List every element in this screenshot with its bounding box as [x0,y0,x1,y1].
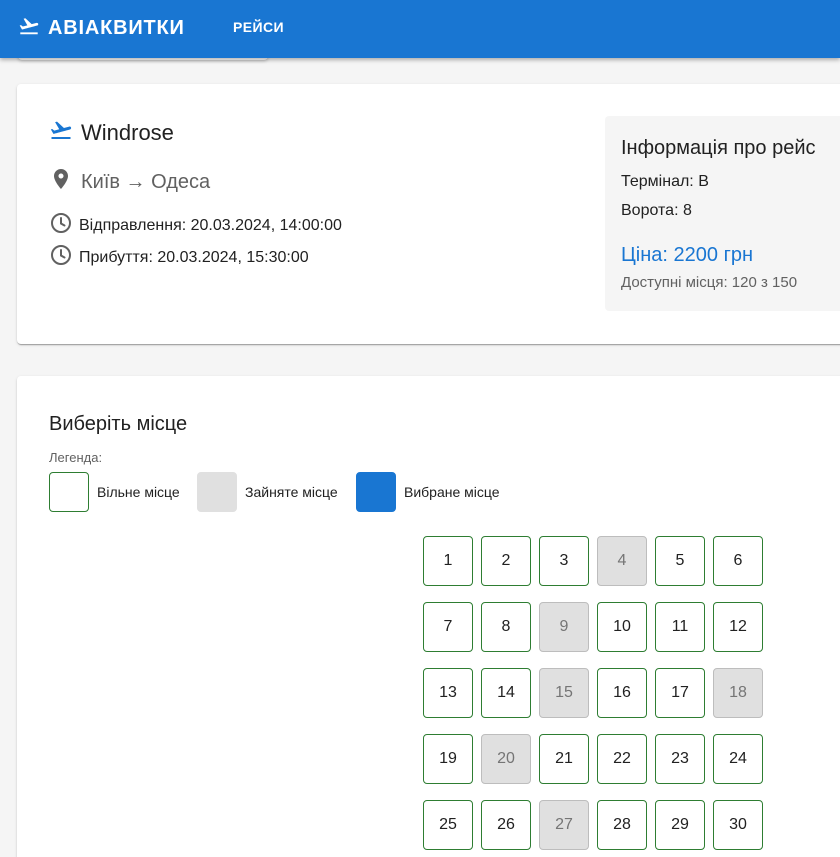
seat-button[interactable]: 1 [423,536,473,586]
clock-icon [49,211,79,240]
available-seats-text: Доступні місця: 120 з 150 [621,274,798,291]
legend-label: Легенда: [49,450,103,465]
legend-selected-label: Вибране місце [404,484,500,500]
seat-button[interactable]: 22 [597,734,647,784]
flight-title: Windrose [49,118,174,148]
legend-taken-swatch [197,472,237,512]
seat-button[interactable]: 13 [423,668,473,718]
seat-button[interactable]: 14 [481,668,531,718]
seat-taken: 27 [539,800,589,850]
seat-button[interactable]: 28 [597,800,647,850]
seat-button[interactable]: 23 [655,734,705,784]
seat-button[interactable]: 25 [423,800,473,850]
legend-taken: Зайняте місце [197,472,338,512]
seat-button[interactable]: 30 [713,800,763,850]
departure-text: Відправлення: 20.03.2024, 14:00:00 [79,216,342,234]
seat-selection-title: Виберіть місце [49,413,188,435]
location-pin-icon [49,167,81,197]
clock-icon [49,243,79,272]
arrival-text: Прибуття: 20.03.2024, 15:30:00 [79,248,309,266]
seat-taken: 15 [539,668,589,718]
seat-selection-card: Виберіть місце Легенда: Вільне місце Зай… [17,376,840,857]
departure-row: Відправлення: 20.03.2024, 14:00:00 [49,211,342,240]
gate-text: Ворота: 8 [621,202,692,219]
seat-button[interactable]: 21 [539,734,589,784]
legend-free-label: Вільне місце [97,484,180,500]
legend-selected: Вибране місце [356,472,500,512]
flight-info-panel: Інформація про рейс Термінал: B Ворота: … [605,116,840,311]
seat-button[interactable]: 7 [423,602,473,652]
seat-button[interactable]: 3 [539,536,589,586]
legend-selected-swatch [356,472,396,512]
terminal-text: Термінал: B [621,173,709,190]
seat-map: 1 2 3 4 5 6 7 8 9 10 11 12 13 14 15 16 17 18 19 20 21 22 23 24 2… [423,536,763,850]
seat-button[interactable]: 10 [597,602,647,652]
seat-button[interactable]: 2 [481,536,531,586]
route-text: Київ → Одеса [81,170,211,193]
app-bar: АВІАКВИТКИ РЕЙСИ [0,0,840,58]
price-text: Ціна: 2200 грн [621,244,754,266]
brand-logo[interactable]: АВІАКВИТКИ [18,14,185,42]
seat-button[interactable]: 12 [713,602,763,652]
seat-button[interactable]: 11 [655,602,705,652]
legend-free: Вільне місце [49,472,180,512]
brand-title: АВІАКВИТКИ [48,16,185,39]
seat-button[interactable]: 29 [655,800,705,850]
flight-name: Windrose [81,120,174,145]
plane-takeoff-icon [18,15,40,42]
plane-takeoff-icon [49,118,81,148]
legend-taken-label: Зайняте місце [245,484,338,500]
seat-button[interactable]: 5 [655,536,705,586]
flight-route: Київ → Одеса [49,167,210,197]
info-title: Інформація про рейс [621,137,816,159]
seat-button[interactable]: 6 [713,536,763,586]
seat-taken: 9 [539,602,589,652]
seat-button[interactable]: 19 [423,734,473,784]
arrival-row: Прибуття: 20.03.2024, 15:30:00 [49,243,309,272]
flight-details-card: Windrose Київ → Одеса Відправлення: 20.0… [17,84,840,344]
seat-button[interactable]: 8 [481,602,531,652]
nav-flights-link[interactable]: РЕЙСИ [222,12,295,42]
seat-button[interactable]: 26 [481,800,531,850]
seat-taken: 20 [481,734,531,784]
seat-button[interactable]: 17 [655,668,705,718]
seat-taken: 18 [713,668,763,718]
seat-taken: 4 [597,536,647,586]
legend-free-swatch [49,472,89,512]
seat-button[interactable]: 16 [597,668,647,718]
seat-button[interactable]: 24 [713,734,763,784]
